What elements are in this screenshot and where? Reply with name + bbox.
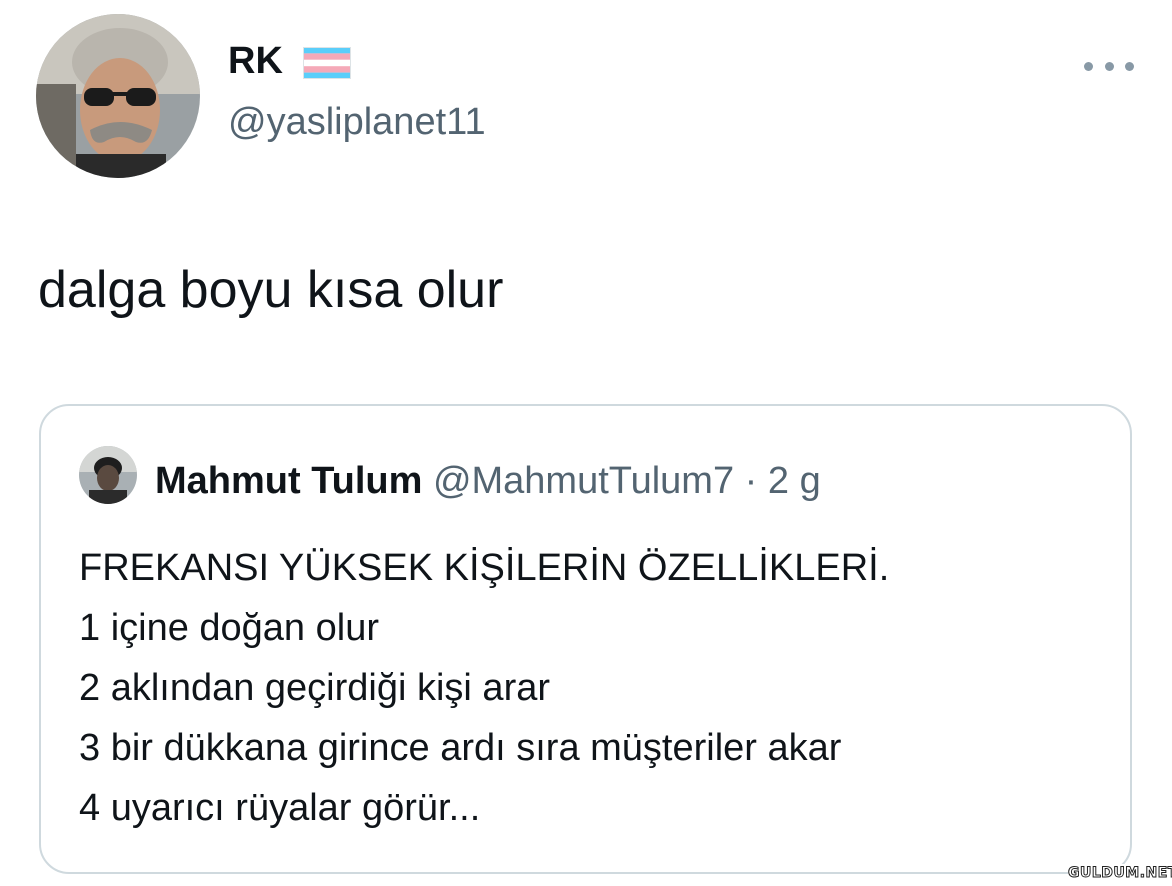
- quoted-tweet-line: FREKANSI YÜKSEK KİŞİLERİN ÖZELLİKLERİ.: [79, 547, 890, 589]
- transgender-flag-icon: [302, 47, 351, 79]
- more-dot: [1125, 61, 1134, 71]
- author-avatar[interactable]: [36, 14, 200, 178]
- watermark-logo: GULDUM.NET: [1068, 864, 1172, 882]
- author-display-name[interactable]: RK: [228, 42, 283, 80]
- more-dot: [1104, 61, 1114, 71]
- quoted-tweet-line: 3 bir dükkana girince ardı sıra müşteril…: [79, 727, 842, 769]
- more-dot: [1084, 61, 1093, 71]
- quoted-tweet-card[interactable]: Mahmut Tulum @MahmutTulum7 · 2 g FREKANS…: [39, 404, 1132, 874]
- quoted-tweet-line: 4 uyarıcı rüyalar görür...: [79, 787, 481, 829]
- author-handle[interactable]: @yasliplanet11: [228, 103, 486, 141]
- quoted-tweet-time[interactable]: 2 g: [768, 460, 821, 502]
- quoted-tweet-body: FREKANSI YÜKSEK KİŞİLERİN ÖZELLİKLERİ. 1…: [79, 538, 889, 838]
- author-name-row: RK: [228, 42, 351, 80]
- header-separator: ·: [744, 460, 758, 502]
- tweet-text: dalga boyu kısa olur: [38, 261, 504, 319]
- quoted-tweet-header: Mahmut Tulum @MahmutTulum7 · 2 g: [155, 462, 821, 500]
- quoted-tweet-line: 1 içine doğan olur: [79, 607, 379, 649]
- quoted-author-name[interactable]: Mahmut Tulum: [155, 460, 422, 502]
- more-dots-icon[interactable]: [1084, 54, 1134, 78]
- quoted-author-handle[interactable]: @MahmutTulum7: [433, 460, 734, 502]
- quoted-author-avatar[interactable]: [79, 446, 137, 504]
- quoted-tweet-line: 2 aklından geçirdiği kişi arar: [79, 667, 551, 709]
